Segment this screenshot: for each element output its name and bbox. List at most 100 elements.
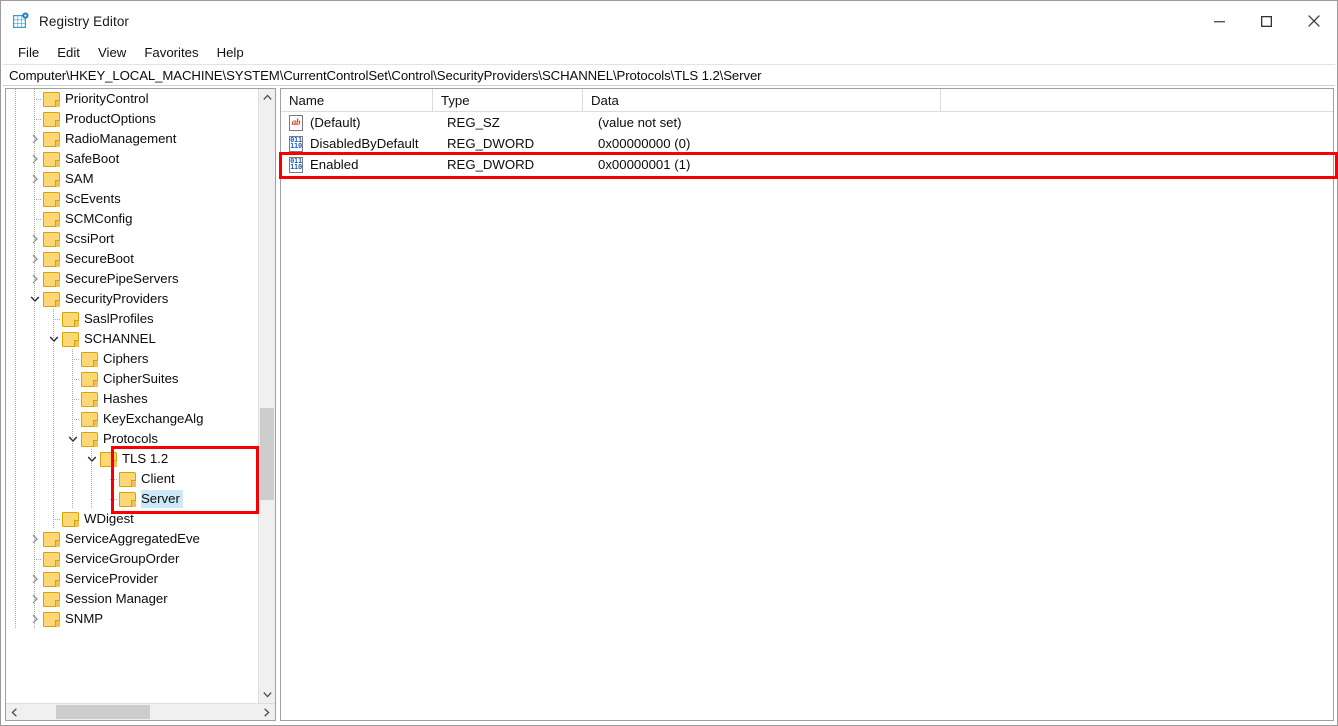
values-row[interactable]: ab (Default) REG_SZ (value not set): [281, 112, 1333, 133]
tree-item-snmp[interactable]: SNMP: [6, 609, 258, 629]
tree-item-ciphersuites[interactable]: CipherSuites: [6, 369, 258, 389]
minimize-button[interactable]: [1196, 1, 1243, 41]
tree-item-productoptions[interactable]: ProductOptions: [6, 109, 258, 129]
tree-item-label: WDigest: [84, 511, 134, 526]
folder-icon: [43, 191, 60, 207]
tree-item-serviceprovider[interactable]: ServiceProvider: [6, 569, 258, 589]
folder-icon: [81, 371, 98, 387]
scroll-right-button[interactable]: [258, 704, 275, 720]
tree-item-hashes[interactable]: Hashes: [6, 389, 258, 409]
tree-horizontal-scrollbar[interactable]: [6, 703, 275, 720]
chevron-down-icon[interactable]: [27, 289, 43, 309]
scroll-left-button[interactable]: [6, 704, 23, 720]
folder-icon: [43, 151, 60, 167]
menu-item-view[interactable]: View: [89, 44, 135, 62]
folder-icon: [43, 291, 60, 307]
window-controls: [1196, 1, 1337, 41]
scroll-down-button[interactable]: [259, 686, 275, 703]
chevron-right-icon[interactable]: [27, 149, 43, 169]
chevron-right-icon[interactable]: [27, 169, 43, 189]
folder-icon: [62, 311, 79, 327]
tree-item-radiomanagement[interactable]: RadioManagement: [6, 129, 258, 149]
tree-item-securepipeservers[interactable]: SecurePipeServers: [6, 269, 258, 289]
tree-item-label: SecurityProviders: [65, 291, 169, 306]
address-bar[interactable]: Computer\HKEY_LOCAL_MACHINE\SYSTEM\Curre…: [3, 64, 1335, 86]
menu-item-help[interactable]: Help: [208, 44, 253, 62]
column-header-type[interactable]: Type: [433, 89, 583, 111]
tree-horizontal-track[interactable]: [23, 704, 258, 720]
column-header-filler: [941, 89, 1333, 111]
value-name: DisabledByDefault: [310, 136, 419, 151]
tree-vertical-thumb[interactable]: [260, 407, 274, 501]
folder-icon: [43, 271, 60, 287]
chevron-right-icon[interactable]: [27, 269, 43, 289]
tree-item-saslprofiles[interactable]: SaslProfiles: [6, 309, 258, 329]
chevron-down-icon[interactable]: [65, 429, 81, 449]
chevron-right-icon[interactable]: [27, 569, 43, 589]
menu-item-file[interactable]: File: [9, 44, 48, 62]
tree-vertical-scrollbar[interactable]: [258, 89, 275, 703]
tree-item-serviceaggregatedeve[interactable]: ServiceAggregatedEve: [6, 529, 258, 549]
tree-item-server[interactable]: Server: [6, 489, 258, 509]
value-type: REG_DWORD: [447, 157, 535, 172]
column-header-data[interactable]: Data: [583, 89, 941, 111]
chevron-right-icon[interactable]: [27, 129, 43, 149]
chevron-right-icon[interactable]: [27, 589, 43, 609]
menu-item-favorites[interactable]: Favorites: [135, 44, 207, 62]
tree-item-label: SAM: [65, 171, 94, 186]
tree-item-scmconfig[interactable]: SCMConfig: [6, 209, 258, 229]
tree-item-prioritycontrol[interactable]: PriorityControl: [6, 89, 258, 109]
chevron-right-icon[interactable]: [27, 249, 43, 269]
tree-guide-line: [15, 89, 16, 629]
tree-item-client[interactable]: Client: [6, 469, 258, 489]
tree-item-label: SCMConfig: [65, 211, 133, 226]
tree-item-scevents[interactable]: ScEvents: [6, 189, 258, 209]
tree-item-keyexchangealg[interactable]: KeyExchangeAlg: [6, 409, 258, 429]
chevron-down-icon[interactable]: [46, 329, 62, 349]
tree-horizontal-thumb[interactable]: [55, 705, 150, 719]
tree-elbow-line: [53, 519, 61, 520]
tree-item-schannel[interactable]: SCHANNEL: [6, 329, 258, 349]
registry-tree-pane: PriorityControl ProductOptions RadioManage…: [5, 88, 276, 721]
tree-scroll-area[interactable]: PriorityControl ProductOptions RadioManage…: [6, 89, 258, 703]
folder-icon: [43, 111, 60, 127]
tree-item-label: SafeBoot: [65, 151, 120, 166]
tree-item-ciphers[interactable]: Ciphers: [6, 349, 258, 369]
chevron-down-icon[interactable]: [84, 449, 100, 469]
values-row[interactable]: 011 110 DisabledByDefault REG_DWORD 0x000000…: [281, 133, 1333, 154]
values-column-header: Name Type Data: [281, 89, 1333, 112]
tree-item-secureboot[interactable]: SecureBoot: [6, 249, 258, 269]
tree-item-session-manager[interactable]: Session Manager: [6, 589, 258, 609]
folder-icon: [43, 571, 60, 587]
tree-item-label: ServiceAggregatedEve: [65, 531, 200, 546]
tree-item-scsiport[interactable]: ScsiPort: [6, 229, 258, 249]
tree-vertical-track[interactable]: [259, 106, 275, 686]
tree-item-securityproviders[interactable]: SecurityProviders: [6, 289, 258, 309]
tree-item-protocols[interactable]: Protocols: [6, 429, 258, 449]
value-type: REG_DWORD: [447, 136, 535, 151]
chevron-right-icon[interactable]: [27, 609, 43, 629]
tree-item-label: ServiceProvider: [65, 571, 159, 586]
tree-item-sam[interactable]: SAM: [6, 169, 258, 189]
values-row[interactable]: 011 110 Enabled REG_DWORD 0x00000001 (1): [281, 154, 1333, 175]
menu-bar: File Edit View Favorites Help: [1, 41, 1337, 64]
chevron-right-icon[interactable]: [27, 529, 43, 549]
tree-item-label: SecureBoot: [65, 251, 134, 266]
tree-elbow-line: [53, 319, 61, 320]
maximize-button[interactable]: [1243, 1, 1290, 41]
tree-item-tls-1-2[interactable]: TLS 1.2: [6, 449, 258, 469]
close-button[interactable]: [1290, 1, 1337, 41]
tree-item-label: KeyExchangeAlg: [103, 411, 204, 426]
tree-item-safeboot[interactable]: SafeBoot: [6, 149, 258, 169]
registry-editor-window: Registry Editor File Edit View Favorites…: [0, 0, 1338, 726]
scroll-up-button[interactable]: [259, 89, 275, 106]
column-header-name[interactable]: Name: [281, 89, 433, 111]
tree-elbow-line: [72, 359, 80, 360]
tree-item-wdigest[interactable]: WDigest: [6, 509, 258, 529]
folder-icon: [119, 491, 136, 507]
dword-value-icon: 011 110: [289, 135, 303, 152]
tree-item-servicegrouporder[interactable]: ServiceGroupOrder: [6, 549, 258, 569]
menu-item-edit[interactable]: Edit: [48, 44, 89, 62]
chevron-right-icon[interactable]: [27, 229, 43, 249]
values-list[interactable]: ab (Default) REG_SZ (value not set) 011 110 Di…: [281, 112, 1333, 720]
